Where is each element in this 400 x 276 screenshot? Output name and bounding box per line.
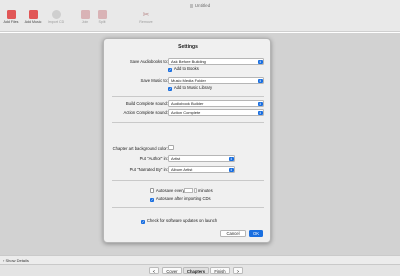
build-sound-popup[interactable]: Audiobook Builder ⇕ [168, 100, 264, 107]
separator [112, 122, 264, 123]
author-popup[interactable]: Artist ⇕ [168, 155, 235, 162]
autosave-every-label: Autosave every [155, 188, 185, 193]
previous-step-button[interactable]: < [149, 267, 159, 274]
popup-arrows-icon: ⇕ [258, 78, 263, 83]
build-sound-value: Audiobook Builder [171, 101, 204, 106]
app-window: Untitled Add Files Add Music Import CD J… [0, 0, 400, 276]
popup-arrows-icon: ⇕ [229, 156, 234, 161]
separator [112, 207, 264, 208]
scissors-icon: ✂ [142, 10, 150, 19]
build-sound-label: Build Complete sound: [125, 101, 168, 106]
checkbox-empty-icon [150, 188, 155, 193]
autosave-minutes-field[interactable] [184, 188, 193, 193]
author-value: Artist [171, 156, 181, 161]
join-label: Join [81, 20, 89, 24]
save-music-popup[interactable]: Music Media Folder ⇕ [168, 77, 264, 84]
checkmark-icon: ✓ [168, 67, 173, 73]
chapter-art-label: Chapter art background color: [112, 146, 168, 151]
separator [112, 180, 264, 181]
add-music-icon [28, 10, 38, 19]
autosave-minutes-stepper[interactable] [194, 188, 197, 193]
popup-arrows-icon: ⇕ [258, 59, 263, 64]
checkmark-icon: ✓ [150, 197, 155, 203]
save-audiobooks-label: Save Audiobooks to: [129, 59, 168, 64]
autosave-minutes-label: minutes [198, 188, 213, 193]
cancel-button[interactable]: Cancel [220, 230, 246, 237]
show-details-label: Show Details [5, 257, 29, 263]
popup-arrows-icon: ⇕ [258, 101, 263, 106]
action-sound-popup[interactable]: Action Complete ⇕ [168, 109, 264, 116]
tab-finish[interactable]: Finish [210, 267, 230, 274]
narrated-popup[interactable]: Album Artist ⇕ [168, 166, 235, 173]
chapter-art-color-well[interactable] [168, 145, 174, 150]
check-updates-checkbox[interactable]: ✓ Check for software updates on launch [141, 218, 218, 225]
author-label: Put "Author" in: [139, 156, 168, 161]
window-title-text: Untitled [194, 3, 211, 8]
popup-arrows-icon: ⇕ [229, 167, 234, 172]
split-icon [97, 10, 107, 19]
save-music-label: Save Music to: [140, 78, 168, 83]
bottom-navigation-bar: < Cover Chapters Finish > [0, 264, 400, 276]
remove-label: Remove [139, 20, 153, 24]
add-files-label: Add Files [3, 20, 19, 24]
add-music-label: Add Music [24, 20, 42, 24]
split-label: Split [98, 20, 106, 24]
save-audiobooks-popup[interactable]: Ask Before Building ⇕ [168, 58, 264, 65]
separator [112, 96, 264, 97]
document-icon [189, 3, 193, 8]
narrated-label: Put "Narrated By" in: [129, 167, 168, 172]
window-title: Untitled [0, 3, 400, 8]
save-music-value: Music Media Folder [171, 78, 206, 83]
status-bar: › Show Details [0, 255, 400, 264]
ok-button[interactable]: OK [249, 230, 263, 237]
save-audiobooks-value: Ask Before Building [171, 59, 206, 64]
add-files-icon [6, 10, 16, 19]
settings-dialog: Settings Save Audiobooks to: Ask Before … [103, 38, 271, 243]
add-to-books-label: Add to Books [173, 66, 199, 71]
add-to-music-checkbox[interactable]: ✓ Add to Music Library [168, 85, 213, 92]
narrated-value: Album Artist [171, 167, 193, 172]
popup-arrows-icon: ⇕ [258, 110, 263, 115]
tab-chapters[interactable]: Chapters [183, 267, 209, 274]
check-updates-label: Check for software updates on launch [146, 218, 218, 223]
import-cd-button[interactable]: Import CD [46, 10, 66, 24]
autosave-after-cd-checkbox[interactable]: ✓ Autosave after importing CDs [150, 196, 211, 203]
add-files-button[interactable]: Add Files [1, 10, 21, 24]
action-sound-value: Action Complete [171, 110, 201, 115]
import-cd-label: Import CD [47, 20, 65, 24]
autosave-every-checkbox[interactable]: Autosave every [150, 188, 185, 193]
join-icon [80, 10, 90, 19]
tab-cover[interactable]: Cover [162, 267, 182, 274]
checkmark-icon: ✓ [168, 86, 173, 92]
add-to-music-label: Add to Music Library [173, 85, 213, 90]
add-to-books-checkbox[interactable]: ✓ Add to Books [168, 66, 199, 73]
split-button[interactable]: Split [92, 10, 112, 24]
add-music-button[interactable]: Add Music [23, 10, 43, 24]
cd-icon [51, 10, 61, 19]
autosave-after-cd-label: Autosave after importing CDs [155, 196, 211, 201]
remove-button[interactable]: ✂ Remove [136, 10, 156, 24]
action-sound-label: Action Complete sound: [123, 110, 168, 115]
checkmark-icon: ✓ [141, 219, 146, 225]
title-bar: Untitled Add Files Add Music Import CD J… [0, 0, 400, 32]
show-details-toggle[interactable]: › Show Details [3, 258, 29, 263]
next-step-button[interactable]: > [233, 267, 243, 274]
settings-title: Settings [178, 44, 198, 50]
